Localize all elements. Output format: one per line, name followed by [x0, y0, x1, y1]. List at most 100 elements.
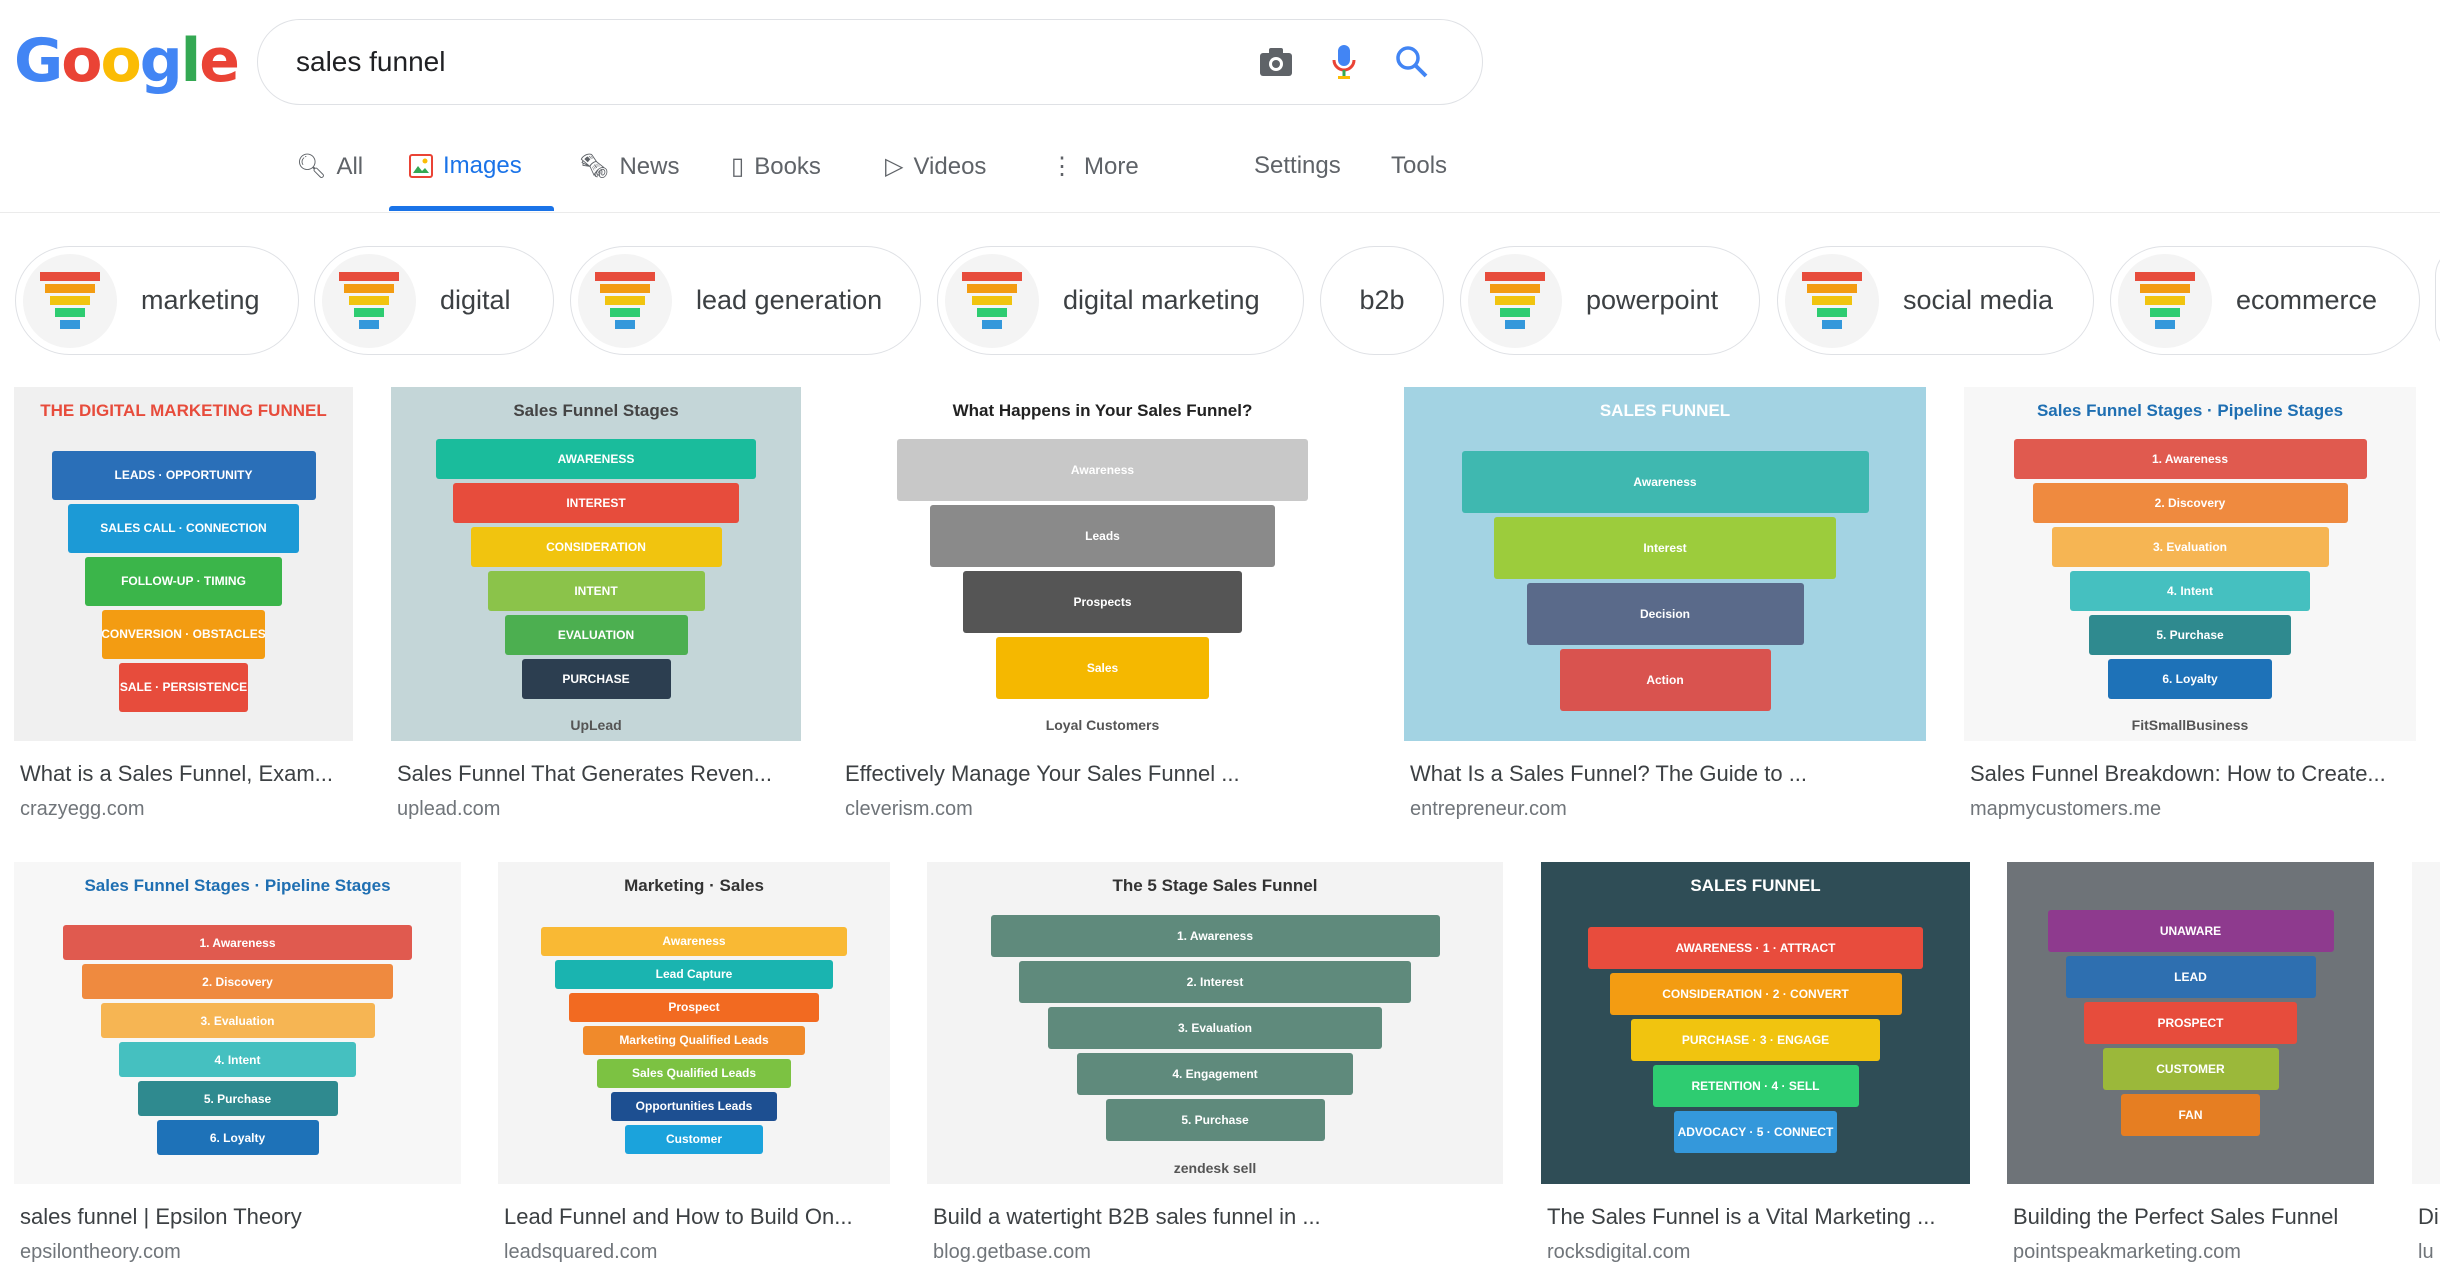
- result-title[interactable]: Effectively Manage Your Sales Funnel ...: [845, 761, 1240, 787]
- result-title[interactable]: Building the Perfect Sales Funnel: [2013, 1204, 2338, 1230]
- thumbnail-heading: Sales Funnel Stages · Pipeline Stages: [2036, 401, 2344, 420]
- tab-books[interactable]: ▯ Books: [731, 152, 821, 181]
- funnel-stage: 6. Loyalty: [2108, 659, 2272, 699]
- funnel-stage: Awareness: [541, 926, 847, 956]
- result-thumbnail[interactable]: Sales Funnel Stages AWARENESS INTEREST CONS…: [391, 387, 801, 741]
- result-source[interactable]: uplead.com: [397, 798, 500, 821]
- result-thumbnail[interactable]: SALES FUNNEL Awareness Interest Decision Act…: [1404, 387, 1926, 741]
- result-thumbnail[interactable]: What Happens in Your Sales Funnel? Awaren…: [839, 387, 1366, 741]
- funnel-stage: 1. Awareness: [2013, 439, 2367, 479]
- thumbnail-footer: UpLead: [570, 717, 622, 733]
- result-thumbnail[interactable]: THE DIGITAL MARKETING FUNNEL LEADS · OPPO…: [14, 387, 353, 741]
- related-chip-b2b[interactable]: b2b: [1320, 246, 1444, 355]
- funnel-graphic: 1. Awareness 2. Interest 3. Evaluation 4. E…: [927, 896, 1503, 1160]
- related-chip-digital-marketing[interactable]: digital marketing: [937, 246, 1304, 355]
- tab-images[interactable]: Images: [409, 152, 522, 180]
- funnel-stage: AWARENESS · 1 · ATTRACT: [1588, 927, 1923, 969]
- related-chip-ecommerce[interactable]: ecommerce: [2110, 246, 2420, 355]
- result-thumbnail[interactable]: The 5 Stage Sales Funnel 1. Awareness 2. I…: [927, 862, 1503, 1184]
- funnel-graphic: AWARENESS INTEREST CONSIDERATION INTENT EVAL…: [391, 421, 801, 717]
- tab-all[interactable]: 🔍︎ All: [296, 152, 363, 181]
- funnel-stage: 6. Loyalty: [156, 1120, 319, 1155]
- result-thumbnail[interactable]: UNAWARE LEAD PROSPECT CUSTOMER FAN: [2007, 862, 2374, 1184]
- funnel-graphic: Awareness Interest Decision Action: [1404, 421, 1926, 741]
- result-thumbnail[interactable]: SALES FUNNEL AWARENESS · 1 · ATTRACT CONSI…: [1541, 862, 1970, 1184]
- result-source[interactable]: rocksdigital.com: [1547, 1241, 1690, 1264]
- tab-videos[interactable]: ▷ Videos: [885, 152, 986, 181]
- chip-label: lead generation: [696, 285, 883, 315]
- result-thumbnail[interactable]: Marketing · Sales Awareness Lead Capture Pr…: [498, 862, 890, 1184]
- funnel-graphic: 1. Awareness 2. Discovery 3. Evaluation 4. …: [14, 896, 461, 1184]
- image-icon: [409, 154, 433, 178]
- result-source[interactable]: lu: [2418, 1241, 2434, 1264]
- search-input[interactable]: [296, 46, 1246, 78]
- chip-label: marketing: [141, 285, 260, 315]
- funnel-stage: Sales Qualified Leads: [597, 1058, 791, 1088]
- funnel-stage: 5. Purchase: [1105, 1099, 1325, 1141]
- funnel-stage: EVALUATION: [504, 615, 688, 655]
- search-icon[interactable]: [1382, 32, 1442, 92]
- funnel-stage: SALES CALL · CONNECTION: [68, 503, 299, 553]
- news-icon: 🗞︎: [579, 153, 610, 180]
- result-title[interactable]: Sales Funnel That Generates Reven...: [397, 761, 772, 787]
- funnel-graphic: [2412, 862, 2440, 1184]
- funnel-stage: 5. Purchase: [2089, 615, 2291, 655]
- result-title[interactable]: Build a watertight B2B sales funnel in .…: [933, 1204, 1321, 1230]
- result-thumbnail[interactable]: [2412, 862, 2440, 1184]
- result-source[interactable]: entrepreneur.com: [1410, 798, 1567, 821]
- result-thumbnail[interactable]: Sales Funnel Stages · Pipeline Stages 1. …: [1964, 387, 2416, 741]
- mic-icon[interactable]: [1314, 32, 1374, 92]
- result-title[interactable]: Lead Funnel and How to Build On...: [504, 1204, 853, 1230]
- funnel-stage: 5. Purchase: [137, 1081, 338, 1116]
- funnel-stage: ADVOCACY · 5 · CONNECT: [1674, 1111, 1837, 1153]
- google-logo[interactable]: Google: [14, 26, 240, 96]
- result-title[interactable]: What Is a Sales Funnel? The Guide to ...: [1410, 761, 1807, 787]
- result-title[interactable]: sales funnel | Epsilon Theory: [20, 1204, 302, 1230]
- related-chip-partial[interactable]: [2435, 246, 2440, 355]
- funnel-stage: Leads: [930, 505, 1275, 567]
- related-chip-social-media[interactable]: social media: [1777, 246, 2094, 355]
- related-chip-digital[interactable]: digital: [314, 246, 554, 355]
- thumbnail-footer: zendesk sell: [1173, 1160, 1257, 1176]
- chip-thumbnail: [945, 253, 1039, 348]
- tab-news[interactable]: 🗞︎ News: [579, 152, 679, 181]
- result-source[interactable]: blog.getbase.com: [933, 1241, 1091, 1264]
- result-source[interactable]: crazyegg.com: [20, 798, 145, 821]
- funnel-stage: 4. Intent: [2070, 571, 2310, 611]
- funnel-stage: Awareness: [1461, 451, 1869, 513]
- result-source[interactable]: epsilontheory.com: [20, 1241, 181, 1264]
- result-title[interactable]: Sales Funnel Breakdown: How to Create...: [1970, 761, 2386, 787]
- thumbnail-heading: SALES FUNNEL: [1690, 876, 1821, 895]
- settings-link[interactable]: Settings: [1254, 152, 1341, 180]
- chip-label: b2b: [1359, 285, 1405, 315]
- result-source[interactable]: pointspeakmarketing.com: [2013, 1241, 2241, 1264]
- camera-icon[interactable]: [1246, 32, 1306, 92]
- related-chip-marketing[interactable]: marketing: [15, 246, 299, 355]
- book-icon: ▯: [731, 153, 745, 180]
- funnel-stage: INTENT: [487, 571, 705, 611]
- tools-link[interactable]: Tools: [1391, 152, 1447, 180]
- chip-label: digital: [440, 285, 511, 315]
- search-box[interactable]: [257, 19, 1483, 105]
- funnel-stage: Action: [1559, 649, 1771, 711]
- result-source[interactable]: mapmycustomers.me: [1970, 798, 2161, 821]
- funnel-stage: CONSIDERATION: [470, 527, 722, 567]
- result-thumbnail[interactable]: Sales Funnel Stages · Pipeline Stages 1. …: [14, 862, 461, 1184]
- funnel-stage: CONSIDERATION · 2 · CONVERT: [1609, 973, 1902, 1015]
- chip-label: powerpoint: [1586, 285, 1719, 315]
- result-source[interactable]: leadsquared.com: [504, 1241, 657, 1264]
- tab-more[interactable]: ⋮ More: [1050, 152, 1139, 181]
- video-icon: ▷: [885, 153, 904, 180]
- funnel-stage: Marketing Qualified Leads: [583, 1025, 805, 1055]
- result-title[interactable]: The Sales Funnel is a Vital Marketing ..…: [1547, 1204, 1935, 1230]
- result-title[interactable]: What is a Sales Funnel, Exam...: [20, 761, 333, 787]
- related-chip-lead-generation[interactable]: lead generation: [570, 246, 921, 355]
- funnel-stage: 3. Evaluation: [1048, 1007, 1382, 1049]
- related-chip-powerpoint[interactable]: powerpoint: [1460, 246, 1760, 355]
- result-source[interactable]: cleverism.com: [845, 798, 973, 821]
- funnel-stage: CUSTOMER: [2102, 1048, 2279, 1090]
- funnel-stage: PURCHASE · 3 · ENGAGE: [1631, 1019, 1880, 1061]
- funnel-graphic: Awareness Leads Prospects Sales: [839, 421, 1366, 717]
- result-title[interactable]: Di: [2418, 1204, 2439, 1230]
- funnel-stage: Prospects: [963, 571, 1242, 633]
